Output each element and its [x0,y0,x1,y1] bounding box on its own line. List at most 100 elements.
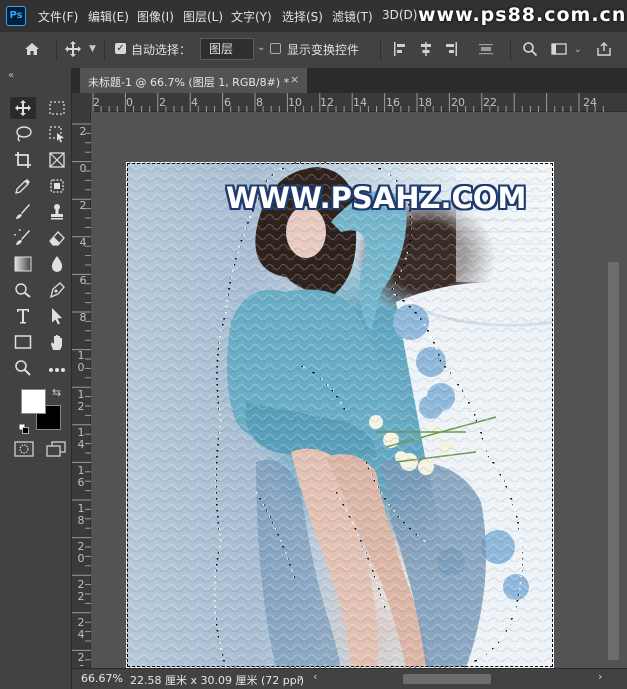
zoom-tool-icon[interactable] [10,357,36,379]
show-transform-label: 显示变换控件 [287,43,360,57]
canvas-watermark-text: WWW.PSAHZ.COM [226,181,527,215]
auto-select-target-dropdown[interactable]: 图层 [200,38,254,60]
divider [510,39,511,61]
collapse-panel-icon[interactable]: « [8,70,14,81]
status-menu-arrow-icon[interactable]: › [298,671,303,685]
ruler-label: 6 [79,274,87,287]
crop-tool-icon[interactable] [10,149,36,171]
scroll-right-icon[interactable]: › [598,670,602,683]
ruler-label: 26 [77,652,85,666]
move-tool-preset-icon[interactable] [64,40,82,62]
align-left-icon[interactable] [392,41,408,61]
chevron-down-icon[interactable]: ⌄ [257,42,265,53]
path-selection-tool-icon[interactable] [44,305,70,327]
dodge-tool-icon[interactable] [10,279,36,301]
horizontal-ruler-ticks [92,93,604,112]
ruler-label: 20 [451,96,465,109]
spot-healing-tool-icon[interactable] [44,175,70,197]
scroll-left-icon[interactable]: ‹ [313,670,317,683]
object-selection-tool-icon[interactable] [44,123,70,145]
menu-image[interactable]: 图像(I) [137,8,174,25]
rectangle-tool-icon[interactable] [10,331,36,353]
default-colors-icon[interactable] [18,419,29,438]
lasso-tool-icon[interactable] [10,123,36,145]
eraser-tool-icon[interactable] [44,227,70,249]
ruler-origin[interactable] [72,93,91,112]
chevron-down-icon[interactable]: ▼ [89,44,96,54]
clone-stamp-tool-icon[interactable] [44,201,70,223]
ruler-label: 18 [77,502,85,527]
eyedropper-tool-icon[interactable] [10,175,36,197]
auto-select-checkbox[interactable]: ✓ [115,43,126,54]
menu-type[interactable]: 文字(Y) [231,8,272,25]
site-watermark: www.ps88.com.cn [418,4,627,26]
ruler-label: 12 [77,388,85,413]
pen-tool-icon[interactable] [44,279,70,301]
hand-tool-icon[interactable] [44,331,70,353]
ruler-label: 20 [77,540,85,565]
frame-tool-icon[interactable] [44,149,70,171]
ruler-label: 10 [288,96,302,109]
ruler-label: 0 [126,96,133,109]
menu-layer[interactable]: 图层(L) [183,8,223,25]
vertical-scrollbar-thumb[interactable] [608,262,619,660]
ruler-label: 2 [79,125,87,138]
menu-file[interactable]: 文件(F) [38,8,78,25]
show-transform-checkbox[interactable] [270,43,281,54]
gradient-tool-icon[interactable] [10,253,36,275]
divider [104,39,105,61]
document-tab-title[interactable]: 未标题-1 @ 66.7% (图层 1, RGB/8#) * [88,74,289,90]
ruler-label: 14 [353,96,367,109]
ruler-label: 16 [386,96,400,109]
ruler-label: 14 [77,426,85,451]
align-right-icon[interactable] [443,41,459,61]
ruler-label: 8 [79,311,87,324]
ruler-label: 22 [483,96,497,109]
ruler-label: 4 [191,96,198,109]
horizontal-scrollbar-thumb[interactable] [403,674,491,684]
type-tool-icon[interactable] [10,305,36,327]
search-icon[interactable] [522,41,538,61]
share-icon[interactable] [596,41,612,61]
ruler-label: 24 [77,616,85,641]
zoom-level-field[interactable]: 66.67% [81,672,123,685]
screen-mode-icon[interactable] [46,441,66,461]
ruler-label: 2 [79,199,87,212]
close-icon[interactable]: × [290,73,299,86]
history-brush-tool-icon[interactable] [10,226,36,249]
ruler-label: 10 [77,349,85,374]
divider [380,39,381,61]
distribute-icon[interactable] [478,41,494,61]
ruler-label: 8 [256,96,263,109]
ruler-label: 2 [159,96,166,109]
ruler-label: 22 [77,578,85,603]
ruler-label: 0 [79,162,87,175]
menu-edit[interactable]: 编辑(E) [88,8,129,25]
ruler-label: 24 [583,96,597,109]
ruler-label: 16 [77,464,85,489]
menu-select[interactable]: 选择(S) [282,8,323,25]
align-center-icon[interactable] [418,41,434,61]
ruler-label: 2 [93,96,100,109]
home-icon[interactable] [22,40,42,62]
document-size-info: 22.58 厘米 x 30.09 厘米 (72 ppi) [130,674,305,687]
workspace-icon[interactable] [551,41,567,61]
divider [56,39,57,61]
swap-colors-icon[interactable]: ⇆ [52,386,61,399]
foreground-color-swatch[interactable] [21,389,46,414]
ruler-label: 12 [320,96,334,109]
quick-mask-icon[interactable] [14,441,34,461]
photoshop-logo-icon[interactable]: Ps [6,6,26,26]
ruler-label: 6 [224,96,231,109]
ruler-label: 4 [79,236,87,249]
ruler-label: 18 [418,96,432,109]
marquee-tool-icon[interactable] [44,97,70,119]
menu-filter[interactable]: 滤镜(T) [332,8,373,25]
blur-tool-icon[interactable] [44,253,70,275]
menu-3d[interactable]: 3D(D) [382,8,417,22]
brush-tool-icon[interactable] [10,201,36,223]
auto-select-label: 自动选择： [131,43,192,57]
move-tool-icon[interactable] [10,97,36,119]
chevron-down-icon[interactable]: ⌄ [574,45,582,55]
more-tools-icon[interactable] [44,357,70,379]
